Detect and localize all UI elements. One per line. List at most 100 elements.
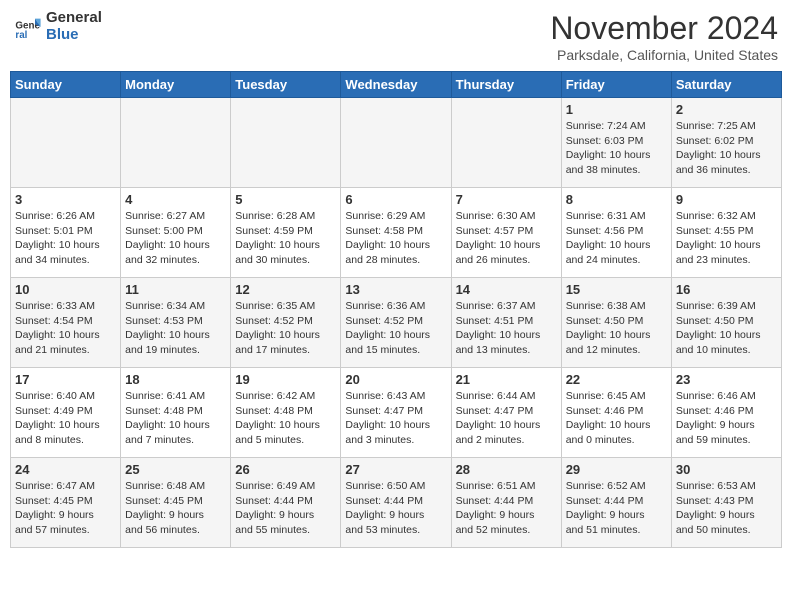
- calendar-week-3: 10 Sunrise: 6:33 AM Sunset: 4:54 PM Dayli…: [11, 278, 782, 368]
- calendar-cell: 11 Sunrise: 6:34 AM Sunset: 4:53 PM Dayli…: [121, 278, 231, 368]
- day-number: 23: [676, 372, 777, 387]
- day-info: Sunrise: 6:53 AM Sunset: 4:43 PM Dayligh…: [676, 479, 777, 538]
- calendar-cell: [231, 98, 341, 188]
- day-number: 13: [345, 282, 446, 297]
- day-info: Sunrise: 6:32 AM Sunset: 4:55 PM Dayligh…: [676, 209, 777, 268]
- day-info: Sunrise: 6:40 AM Sunset: 4:49 PM Dayligh…: [15, 389, 116, 448]
- day-number: 17: [15, 372, 116, 387]
- calendar-week-2: 3 Sunrise: 6:26 AM Sunset: 5:01 PM Daylig…: [11, 188, 782, 278]
- day-info: Sunrise: 6:45 AM Sunset: 4:46 PM Dayligh…: [566, 389, 667, 448]
- calendar-week-1: 1 Sunrise: 7:24 AM Sunset: 6:03 PM Daylig…: [11, 98, 782, 188]
- calendar-cell: 25 Sunrise: 6:48 AM Sunset: 4:45 PM Dayli…: [121, 458, 231, 548]
- logo-icon: Gene ral: [14, 13, 42, 41]
- calendar-cell: 28Sunrise: 6:51 AM Sunset: 4:44 PM Dayli…: [451, 458, 561, 548]
- calendar-cell: [451, 98, 561, 188]
- svg-text:ral: ral: [15, 30, 27, 41]
- calendar-cell: 24Sunrise: 6:47 AM Sunset: 4:45 PM Dayli…: [11, 458, 121, 548]
- day-info: Sunrise: 6:43 AM Sunset: 4:47 PM Dayligh…: [345, 389, 446, 448]
- calendar-week-4: 17 Sunrise: 6:40 AM Sunset: 4:49 PM Dayli…: [11, 368, 782, 458]
- day-number: 8: [566, 192, 667, 207]
- day-number: 28: [456, 462, 557, 477]
- day-info: Sunrise: 6:28 AM Sunset: 4:59 PM Dayligh…: [235, 209, 336, 268]
- day-info: Sunrise: 6:39 AM Sunset: 4:50 PM Dayligh…: [676, 299, 777, 358]
- calendar-cell: 12 Sunrise: 6:35 AM Sunset: 4:52 PM Dayli…: [231, 278, 341, 368]
- calendar-cell: 14 Sunrise: 6:37 AM Sunset: 4:51 PM Dayli…: [451, 278, 561, 368]
- day-info: Sunrise: 6:30 AM Sunset: 4:57 PM Dayligh…: [456, 209, 557, 268]
- page-title: November 2024: [550, 10, 778, 47]
- day-number: 24: [15, 462, 116, 477]
- calendar-cell: 16 Sunrise: 6:39 AM Sunset: 4:50 PM Dayli…: [671, 278, 781, 368]
- day-number: 27: [345, 462, 446, 477]
- day-number: 4: [125, 192, 226, 207]
- day-info: Sunrise: 6:26 AM Sunset: 5:01 PM Dayligh…: [15, 209, 116, 268]
- day-number: 18: [125, 372, 226, 387]
- calendar-cell: 10 Sunrise: 6:33 AM Sunset: 4:54 PM Dayli…: [11, 278, 121, 368]
- day-info: Sunrise: 6:41 AM Sunset: 4:48 PM Dayligh…: [125, 389, 226, 448]
- day-number: 9: [676, 192, 777, 207]
- day-info: Sunrise: 7:24 AM Sunset: 6:03 PM Dayligh…: [566, 119, 667, 178]
- day-info: Sunrise: 6:35 AM Sunset: 4:52 PM Dayligh…: [235, 299, 336, 358]
- day-info: Sunrise: 6:36 AM Sunset: 4:52 PM Dayligh…: [345, 299, 446, 358]
- calendar-cell: 19 Sunrise: 6:42 AM Sunset: 4:48 PM Dayli…: [231, 368, 341, 458]
- weekday-saturday: Saturday: [671, 72, 781, 98]
- calendar-cell: 7Sunrise: 6:30 AM Sunset: 4:57 PM Daylig…: [451, 188, 561, 278]
- calendar-cell: 26Sunrise: 6:49 AM Sunset: 4:44 PM Dayli…: [231, 458, 341, 548]
- calendar-cell: 9 Sunrise: 6:32 AM Sunset: 4:55 PM Daylig…: [671, 188, 781, 278]
- day-number: 12: [235, 282, 336, 297]
- weekday-monday: Monday: [121, 72, 231, 98]
- day-info: Sunrise: 6:42 AM Sunset: 4:48 PM Dayligh…: [235, 389, 336, 448]
- calendar-cell: 5 Sunrise: 6:28 AM Sunset: 4:59 PM Daylig…: [231, 188, 341, 278]
- calendar-header: SundayMondayTuesdayWednesdayThursdayFrid…: [11, 72, 782, 98]
- day-info: Sunrise: 6:37 AM Sunset: 4:51 PM Dayligh…: [456, 299, 557, 358]
- day-info: Sunrise: 6:38 AM Sunset: 4:50 PM Dayligh…: [566, 299, 667, 358]
- weekday-thursday: Thursday: [451, 72, 561, 98]
- calendar-cell: 4 Sunrise: 6:27 AM Sunset: 5:00 PM Daylig…: [121, 188, 231, 278]
- page-subtitle: Parksdale, California, United States: [550, 47, 778, 63]
- day-number: 14: [456, 282, 557, 297]
- calendar-cell: 20 Sunrise: 6:43 AM Sunset: 4:47 PM Dayli…: [341, 368, 451, 458]
- calendar-cell: [11, 98, 121, 188]
- day-number: 3: [15, 192, 116, 207]
- day-number: 22: [566, 372, 667, 387]
- day-info: Sunrise: 6:34 AM Sunset: 4:53 PM Dayligh…: [125, 299, 226, 358]
- calendar-cell: 30 Sunrise: 6:53 AM Sunset: 4:43 PM Dayli…: [671, 458, 781, 548]
- day-info: Sunrise: 6:50 AM Sunset: 4:44 PM Dayligh…: [345, 479, 446, 538]
- day-number: 25: [125, 462, 226, 477]
- calendar-table: SundayMondayTuesdayWednesdayThursdayFrid…: [10, 71, 782, 548]
- header: Gene ral General Blue November 2024 Park…: [10, 10, 782, 63]
- day-info: Sunrise: 6:48 AM Sunset: 4:45 PM Dayligh…: [125, 479, 226, 538]
- day-number: 20: [345, 372, 446, 387]
- day-number: 10: [15, 282, 116, 297]
- day-number: 30: [676, 462, 777, 477]
- calendar-cell: 8 Sunrise: 6:31 AM Sunset: 4:56 PM Daylig…: [561, 188, 671, 278]
- weekday-sunday: Sunday: [11, 72, 121, 98]
- day-info: Sunrise: 6:33 AM Sunset: 4:54 PM Dayligh…: [15, 299, 116, 358]
- day-number: 19: [235, 372, 336, 387]
- day-number: 5: [235, 192, 336, 207]
- day-info: Sunrise: 6:27 AM Sunset: 5:00 PM Dayligh…: [125, 209, 226, 268]
- calendar-cell: 29Sunrise: 6:52 AM Sunset: 4:44 PM Dayli…: [561, 458, 671, 548]
- calendar-body: 1 Sunrise: 7:24 AM Sunset: 6:03 PM Daylig…: [11, 98, 782, 548]
- day-number: 6: [345, 192, 446, 207]
- calendar-cell: 21 Sunrise: 6:44 AM Sunset: 4:47 PM Dayli…: [451, 368, 561, 458]
- day-number: 15: [566, 282, 667, 297]
- weekday-friday: Friday: [561, 72, 671, 98]
- weekday-tuesday: Tuesday: [231, 72, 341, 98]
- calendar-cell: 17 Sunrise: 6:40 AM Sunset: 4:49 PM Dayli…: [11, 368, 121, 458]
- day-number: 21: [456, 372, 557, 387]
- day-number: 16: [676, 282, 777, 297]
- calendar-cell: [341, 98, 451, 188]
- weekday-wednesday: Wednesday: [341, 72, 451, 98]
- day-info: Sunrise: 6:44 AM Sunset: 4:47 PM Dayligh…: [456, 389, 557, 448]
- day-info: Sunrise: 6:46 AM Sunset: 4:46 PM Dayligh…: [676, 389, 777, 448]
- day-info: Sunrise: 6:31 AM Sunset: 4:56 PM Dayligh…: [566, 209, 667, 268]
- day-info: Sunrise: 6:49 AM Sunset: 4:44 PM Dayligh…: [235, 479, 336, 538]
- day-number: 1: [566, 102, 667, 117]
- day-number: 2: [676, 102, 777, 117]
- calendar-cell: [121, 98, 231, 188]
- day-info: Sunrise: 6:29 AM Sunset: 4:58 PM Dayligh…: [345, 209, 446, 268]
- day-number: 11: [125, 282, 226, 297]
- calendar-cell: 2Sunrise: 7:25 AM Sunset: 6:02 PM Daylig…: [671, 98, 781, 188]
- calendar-cell: 22 Sunrise: 6:45 AM Sunset: 4:46 PM Dayli…: [561, 368, 671, 458]
- calendar-cell: 18 Sunrise: 6:41 AM Sunset: 4:48 PM Dayli…: [121, 368, 231, 458]
